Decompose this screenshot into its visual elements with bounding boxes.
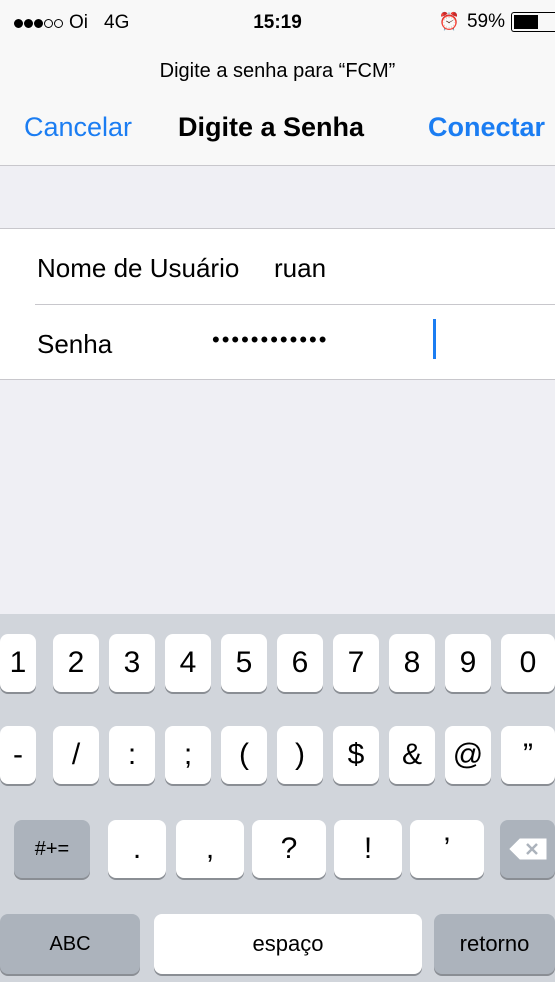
key-ampersand[interactable]: & [389,726,435,784]
key-semicolon[interactable]: ; [165,726,211,784]
key-open-paren[interactable]: ( [221,726,267,784]
password-prompt: Digite a senha para “FCM” [159,60,396,82]
key-dollar[interactable]: $ [333,726,379,784]
key-slash[interactable]: / [53,726,99,784]
navigation-header: Oi 4G 15:19 ⏰ 59% Digite a senha para “F… [0,0,555,166]
key-exclamation[interactable]: ! [334,820,402,878]
space-key[interactable]: espaço [154,914,422,974]
key-colon[interactable]: : [109,726,155,784]
text-cursor [433,319,436,359]
credentials-form: Nome de Usuário ruan Senha •••••••••••• [0,228,555,380]
status-right: ⏰ 59% [439,11,555,33]
key-2[interactable]: 2 [53,634,99,692]
nav-bar: Cancelar Digite a Senha Conectar [0,110,555,150]
backspace-icon [508,838,546,860]
username-field[interactable]: ruan [274,253,326,284]
key-comma[interactable]: , [176,820,244,878]
battery-percent: 59% [466,11,505,32]
key-1[interactable]: 1 [0,634,36,692]
key-7[interactable]: 7 [333,634,379,692]
key-question[interactable]: ? [252,820,326,878]
symbols-mode-key[interactable]: #+= [14,820,90,878]
key-close-paren[interactable]: ) [277,726,323,784]
connect-button[interactable]: Conectar [428,112,545,143]
key-hyphen[interactable]: - [0,726,36,784]
key-5[interactable]: 5 [221,634,267,692]
cancel-button[interactable]: Cancelar [24,112,132,143]
password-row[interactable]: Senha •••••••••••• [0,305,555,380]
username-row[interactable]: Nome de Usuário ruan [0,229,555,305]
key-0[interactable]: 0 [501,634,555,692]
backspace-key[interactable] [500,820,555,878]
username-label: Nome de Usuário [37,253,240,283]
abc-key[interactable]: ABC [0,914,140,974]
return-key[interactable]: retorno [434,914,555,974]
key-at[interactable]: @ [445,726,491,784]
key-4[interactable]: 4 [165,634,211,692]
status-bar: Oi 4G 15:19 ⏰ 59% [0,0,555,44]
key-9[interactable]: 9 [445,634,491,692]
key-3[interactable]: 3 [109,634,155,692]
battery-icon [511,12,555,32]
key-8[interactable]: 8 [389,634,435,692]
password-label: Senha [37,329,113,359]
password-field[interactable]: •••••••••••• [212,327,328,353]
page-title: Digite a Senha [178,112,365,142]
key-6[interactable]: 6 [277,634,323,692]
keyboard: 1 2 3 4 5 6 7 8 9 0 - / : ; ( ) $ & @ ” … [0,614,555,982]
key-apostrophe[interactable]: ’ [410,820,484,878]
key-period[interactable]: . [108,820,166,878]
alarm-icon: ⏰ [438,12,460,31]
key-quote[interactable]: ” [501,726,555,784]
